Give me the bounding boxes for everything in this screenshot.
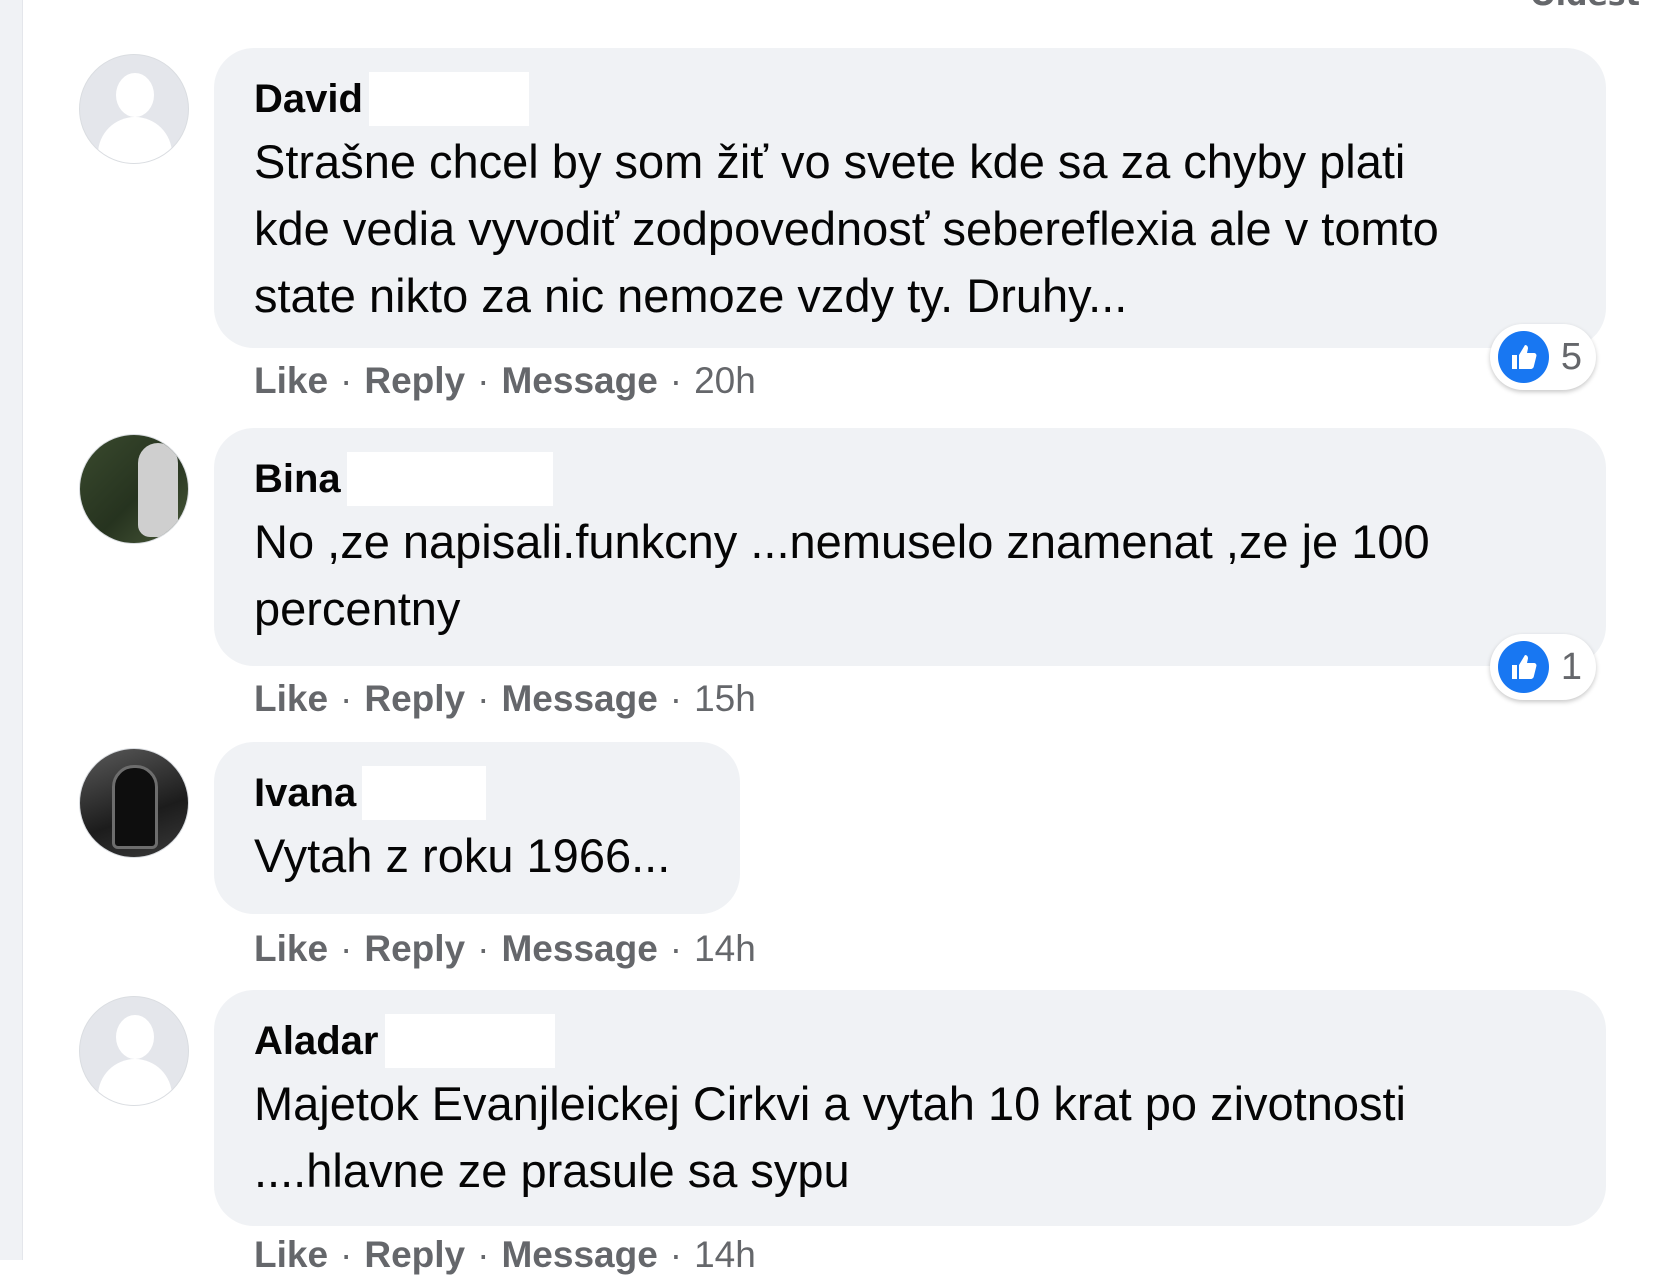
dark-figure-photo xyxy=(112,765,158,849)
message-button[interactable]: Message xyxy=(501,1234,657,1276)
comment-author[interactable]: Ivana xyxy=(254,771,356,816)
message-button[interactable]: Message xyxy=(501,360,657,402)
thumbs-up-icon xyxy=(1498,641,1549,693)
like-button[interactable]: Like xyxy=(254,678,328,720)
comment-actions: Like · Reply · Message · 14h xyxy=(254,1234,756,1276)
separator: · xyxy=(340,928,353,969)
separator: · xyxy=(477,360,490,401)
name-redaction xyxy=(346,452,553,506)
avatar[interactable] xyxy=(79,54,189,164)
goat-photo xyxy=(138,443,178,537)
reaction-count-badge[interactable]: 1 xyxy=(1490,634,1596,700)
comment-bubble: Aladar Majetok Evanjleickej Cirkvi a vyt… xyxy=(214,990,1606,1226)
reaction-count: 5 xyxy=(1560,335,1582,378)
default-avatar-shoulders xyxy=(98,117,172,163)
separator: · xyxy=(477,928,490,969)
thumbs-up-icon xyxy=(1498,331,1549,383)
separator: · xyxy=(669,1234,683,1275)
like-button[interactable]: Like xyxy=(254,360,328,402)
timestamp[interactable]: 14h xyxy=(694,928,756,970)
separator: · xyxy=(669,928,683,969)
separator: · xyxy=(340,360,353,401)
avatar[interactable] xyxy=(79,996,189,1106)
reply-button[interactable]: Reply xyxy=(364,360,465,402)
comment-text: Strašne chcel by som žiť vo svete kde sa… xyxy=(254,135,1439,322)
message-button[interactable]: Message xyxy=(501,678,657,720)
name-redaction xyxy=(384,1014,555,1068)
left-panel-edge xyxy=(0,0,23,1260)
separator: · xyxy=(340,1234,353,1275)
sort-dropdown[interactable]: Oldest xyxy=(1530,0,1640,13)
reply-button[interactable]: Reply xyxy=(364,678,465,720)
reply-button[interactable]: Reply xyxy=(364,928,465,970)
default-avatar-shoulders xyxy=(98,1059,172,1105)
separator: · xyxy=(477,1234,490,1275)
avatar[interactable] xyxy=(79,434,189,544)
comment-text: Vytah z roku 1966... xyxy=(254,829,671,882)
comment-bubble: Ivana Vytah z roku 1966... xyxy=(214,742,740,914)
comment-text: No ,ze napisali.funkcny ...nemuselo znam… xyxy=(254,515,1430,635)
timestamp[interactable]: 14h xyxy=(694,1234,756,1276)
name-redaction xyxy=(368,72,529,126)
separator: · xyxy=(340,678,353,719)
reaction-count-badge[interactable]: 5 xyxy=(1490,324,1596,390)
comment-author[interactable]: Aladar xyxy=(254,1019,379,1064)
comment-bubble: Bina No ,ze napisali.funkcny ...nemuselo… xyxy=(214,428,1606,666)
comment-author[interactable]: Bina xyxy=(254,457,341,502)
message-button[interactable]: Message xyxy=(501,928,657,970)
name-redaction xyxy=(362,766,487,820)
reply-button[interactable]: Reply xyxy=(364,1234,465,1276)
like-button[interactable]: Like xyxy=(254,1234,328,1276)
comment-author[interactable]: David xyxy=(254,77,363,122)
comment-actions: Like · Reply · Message · 15h xyxy=(254,678,756,720)
comment-bubble: David Strašne chcel by som žiť vo svete … xyxy=(214,48,1606,348)
like-button[interactable]: Like xyxy=(254,928,328,970)
separator: · xyxy=(669,360,683,401)
separator: · xyxy=(477,678,490,719)
separator: · xyxy=(669,678,683,719)
comment-actions: Like · Reply · Message · 20h xyxy=(254,360,756,402)
comment-text: Majetok Evanjleickej Cirkvi a vytah 10 k… xyxy=(254,1077,1406,1197)
reaction-count: 1 xyxy=(1560,645,1582,688)
comment-actions: Like · Reply · Message · 14h xyxy=(254,928,756,970)
timestamp[interactable]: 20h xyxy=(694,360,756,402)
default-avatar-head xyxy=(116,73,154,117)
timestamp[interactable]: 15h xyxy=(694,678,756,720)
avatar[interactable] xyxy=(79,748,189,858)
default-avatar-head xyxy=(116,1015,154,1059)
